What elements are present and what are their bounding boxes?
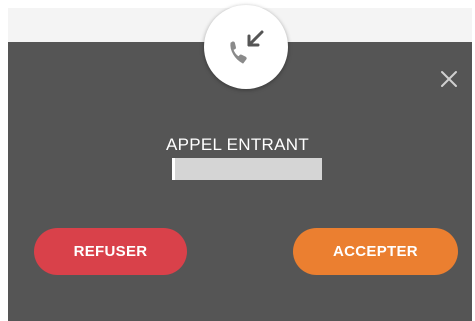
incoming-call-title: APPEL ENTRANT [165,135,310,154]
caller-number: 0600000000 [172,158,322,180]
decline-button[interactable]: REFUSER [34,228,187,275]
accept-button[interactable]: ACCEPTER [293,228,458,275]
incoming-call-icon [230,30,264,64]
close-icon [441,71,457,87]
incoming-call-screen: APPEL ENTRANT 0600000000 REFUSER ACCEPTE… [0,0,475,321]
close-button[interactable] [438,68,460,90]
incoming-call-badge [204,5,288,89]
